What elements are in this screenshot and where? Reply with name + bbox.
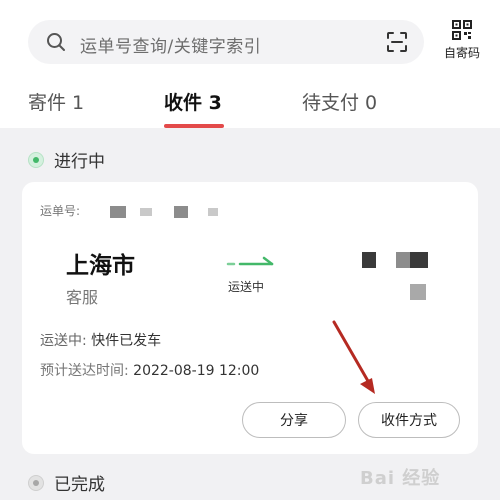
eta-line: 预计送达时间: 2022-08-19 12:00 bbox=[40, 360, 259, 380]
eta-key: 预计送达时间: bbox=[40, 363, 129, 379]
tab-sent[interactable]: 寄件 1 bbox=[28, 88, 84, 115]
scan-icon[interactable] bbox=[386, 31, 408, 53]
redacted-block bbox=[362, 252, 376, 268]
section-in-progress-label: 进行中 bbox=[54, 152, 105, 172]
tab-received[interactable]: 收件 3 bbox=[164, 88, 222, 115]
redacted-block bbox=[410, 252, 428, 268]
redacted-block bbox=[208, 208, 218, 216]
waybill-label: 运单号: bbox=[40, 204, 81, 218]
redacted-block bbox=[110, 206, 126, 218]
search-bar[interactable]: 运单号查询/关键字索引 bbox=[28, 20, 424, 64]
status-line: 运送中: 快件已发车 bbox=[40, 330, 161, 350]
watermark: Bai 经验 bbox=[360, 468, 441, 489]
section-in-progress[interactable]: 进行中 bbox=[28, 147, 105, 172]
redacted-block bbox=[396, 252, 410, 268]
eta-value: 2022-08-19 12:00 bbox=[133, 363, 260, 379]
status-value: 快件已发车 bbox=[91, 333, 162, 349]
receive-method-button[interactable]: 收件方式 bbox=[358, 402, 460, 438]
search-input[interactable]: 运单号查询/关键字索引 bbox=[80, 32, 261, 57]
tab-pending-payment[interactable]: 待支付 0 bbox=[302, 88, 377, 115]
redacted-block bbox=[140, 208, 152, 216]
origin-city: 上海市 bbox=[66, 253, 135, 279]
transit-status-label: 运送中 bbox=[228, 280, 265, 294]
completed-indicator-icon bbox=[28, 474, 44, 491]
origin-subtitle: 客服 bbox=[66, 288, 99, 307]
qr-code-icon bbox=[452, 20, 472, 40]
redacted-block bbox=[410, 284, 426, 300]
annotation-arrow-icon bbox=[332, 320, 375, 394]
self-send-code-button[interactable]: 自寄码 bbox=[438, 20, 486, 68]
section-completed-label: 已完成 bbox=[54, 475, 105, 495]
status-key: 运送中: bbox=[40, 333, 87, 349]
share-button[interactable]: 分享 bbox=[242, 402, 346, 438]
shipment-card[interactable]: 运单号: 上海市 客服 运送中 运送中: 快件已发车 预计送达时间: 2022-… bbox=[22, 182, 478, 454]
qr-label: 自寄码 bbox=[443, 46, 480, 60]
section-completed[interactable]: 已完成 bbox=[28, 470, 105, 495]
redacted-block bbox=[174, 206, 188, 218]
transit-arrow-icon bbox=[226, 256, 274, 266]
in-progress-indicator-icon bbox=[28, 151, 44, 168]
search-icon bbox=[47, 33, 65, 51]
